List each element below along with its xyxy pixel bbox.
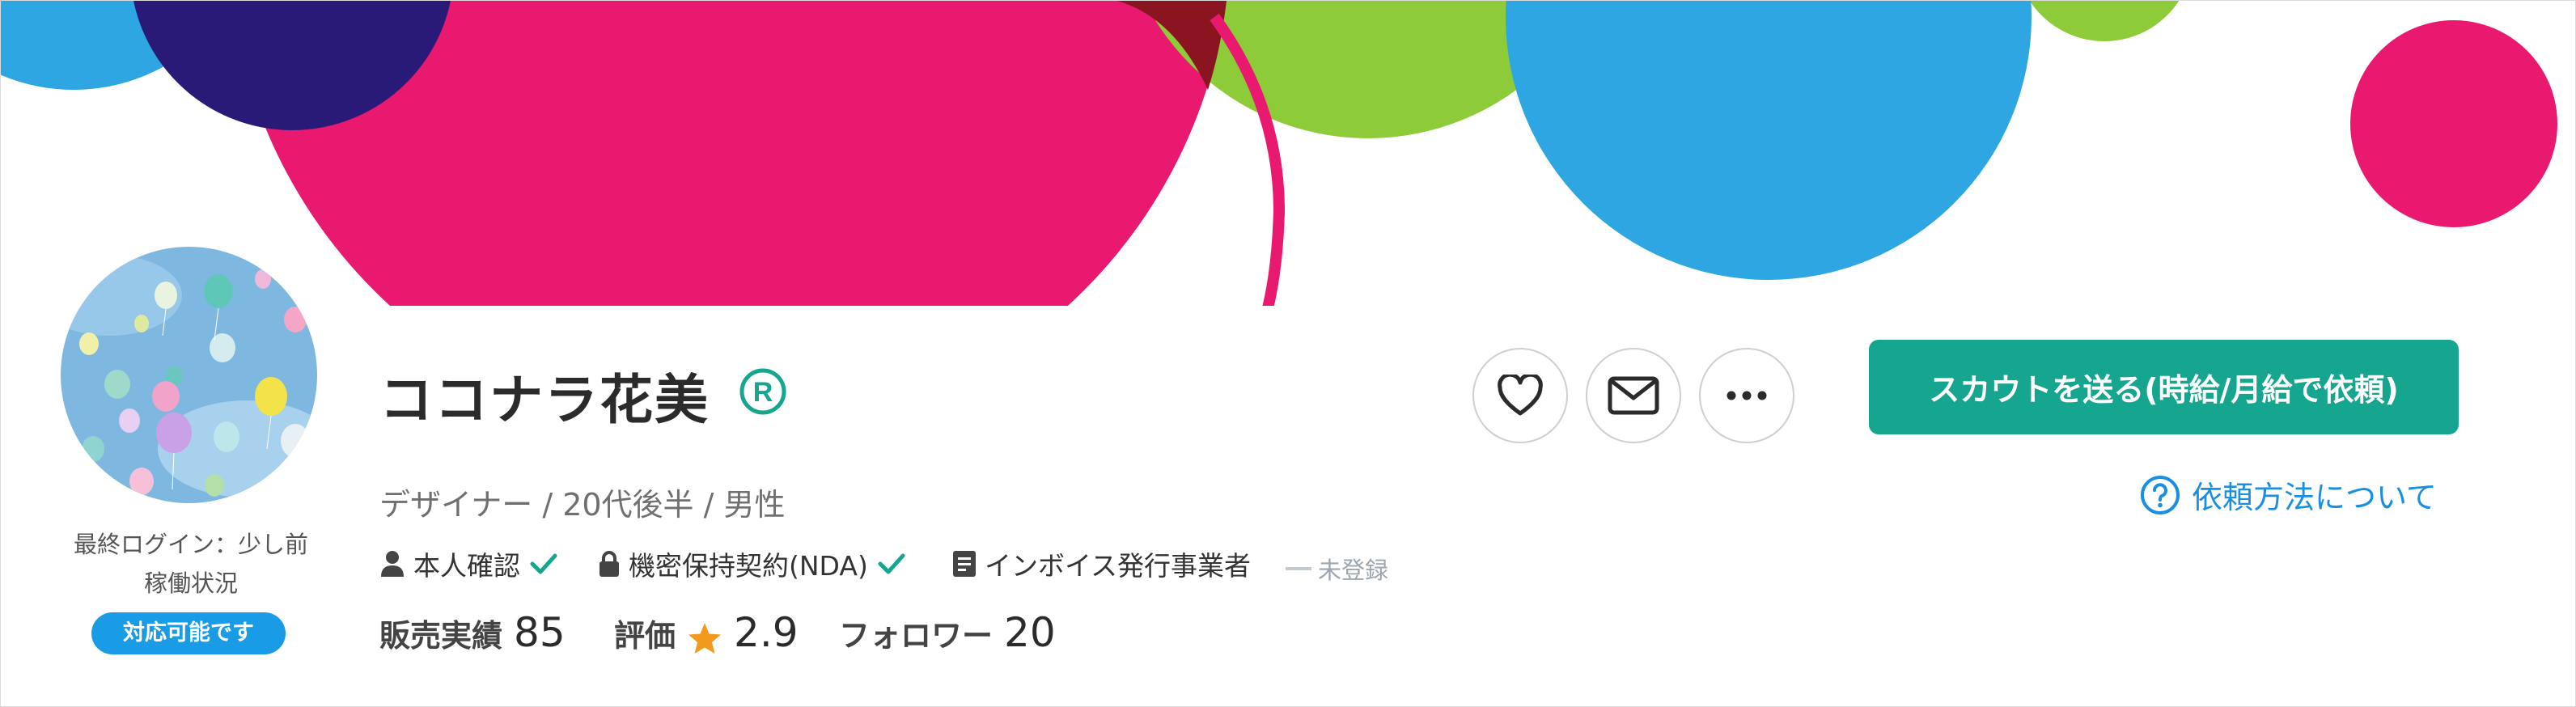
rating-label: 評価 xyxy=(614,618,676,654)
profile-header: 最終ログイン：少し前 稼働状況 対応可能です ココナラ花美 R デザイナー / … xyxy=(0,0,2576,707)
sales-value: 85 xyxy=(514,609,566,656)
dash-icon xyxy=(1286,567,1311,570)
question-circle-icon xyxy=(2141,475,2180,514)
avatar[interactable] xyxy=(57,243,320,506)
how-to-request-label[interactable]: 依頼方法について xyxy=(2192,472,2437,517)
message-button[interactable] xyxy=(1586,348,1681,443)
availability-badge: 対応可能です xyxy=(91,612,286,654)
check-icon xyxy=(878,553,905,574)
profile-name: ココナラ花美 xyxy=(379,369,710,431)
nda-label: 機密保持契約(NDA) xyxy=(629,550,868,582)
envelope-icon xyxy=(1608,376,1659,415)
cover-image xyxy=(1,1,2575,308)
avatar-balloons-image xyxy=(61,247,317,503)
identity-verification: 本人確認 xyxy=(379,544,557,583)
invoice-status-label: 未登録 xyxy=(1318,557,1389,584)
sales-stat: 販売実績 85 xyxy=(379,609,566,667)
check-icon xyxy=(530,553,557,574)
star-icon xyxy=(688,623,722,654)
last-login-text: 最終ログイン：少し前 xyxy=(73,531,308,558)
followers-stat[interactable]: フォロワー 20 xyxy=(839,609,1056,667)
activity-label: 稼働状況 xyxy=(143,569,238,597)
document-icon xyxy=(953,551,976,577)
rating-value: 2.9 xyxy=(734,609,799,656)
invoice-verification: インボイス発行事業者 xyxy=(952,544,1251,583)
person-icon xyxy=(381,551,404,577)
identity-label: 本人確認 xyxy=(413,550,520,582)
lock-icon xyxy=(600,551,619,577)
rating-stat[interactable]: 評価 2.9 xyxy=(614,609,799,667)
sales-label: 販売実績 xyxy=(379,618,503,654)
nda-verification: 機密保持契約(NDA) xyxy=(598,544,905,583)
followers-label: フォロワー xyxy=(839,618,994,654)
invoice-status: 未登録 xyxy=(1286,552,1388,586)
favorite-button[interactable] xyxy=(1472,348,1568,443)
followers-value: 20 xyxy=(1004,609,1056,656)
more-dots-icon xyxy=(1727,391,1767,400)
profile-subtitle: デザイナー / 20代後半 / 男性 xyxy=(379,487,786,523)
scout-button[interactable]: スカウトを送る(時給/月給で依頼) xyxy=(1869,340,2459,434)
more-button[interactable] xyxy=(1699,348,1794,443)
svg-text:R: R xyxy=(753,377,773,408)
registered-icon: R xyxy=(739,368,786,415)
how-to-request-link[interactable]: 依頼方法について xyxy=(2140,472,2437,517)
heart-icon xyxy=(1498,375,1543,416)
invoice-label: インボイス発行事業者 xyxy=(985,550,1252,582)
